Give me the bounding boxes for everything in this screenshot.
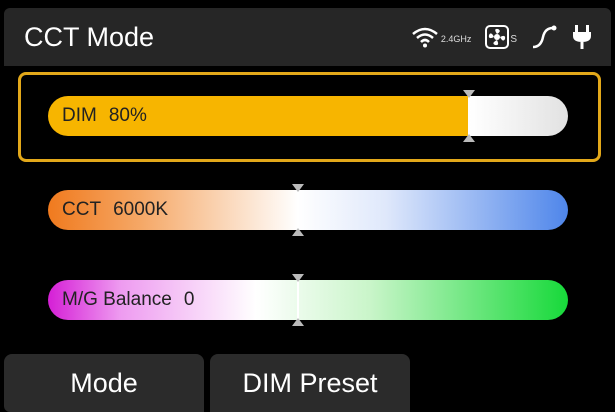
wifi-icon: 2.4GHz bbox=[411, 26, 472, 48]
mg-balance-value: 0 bbox=[183, 289, 195, 310]
tab-dim-preset[interactable]: DIM Preset bbox=[210, 354, 410, 412]
status-icons: 2.4GHz S bbox=[411, 20, 593, 54]
screen: CCT Mode 2.4GHz S DIM 80% CCT 6000K M/G … bbox=[4, 8, 611, 412]
page-title: CCT Mode bbox=[24, 22, 155, 52]
dim-label: DIM bbox=[62, 105, 97, 126]
mg-balance-label: M/G Balance bbox=[62, 289, 172, 310]
power-plug-icon bbox=[571, 24, 593, 50]
dim-slider[interactable]: DIM 80% bbox=[48, 90, 568, 142]
dim-slider-handle[interactable] bbox=[463, 90, 476, 142]
cct-label: CCT bbox=[62, 199, 102, 220]
cct-slider-handle[interactable] bbox=[291, 184, 304, 236]
dim-value: 80% bbox=[108, 105, 147, 126]
cct-slider[interactable]: CCT 6000K bbox=[48, 184, 568, 236]
fan-icon: S bbox=[485, 25, 517, 49]
bottom-tabs: Mode DIM Preset bbox=[4, 354, 611, 412]
cct-value: 6000K bbox=[113, 199, 169, 220]
wifi-band-label: 2.4GHz bbox=[440, 34, 472, 44]
tab-mode[interactable]: Mode bbox=[4, 354, 204, 412]
curve-icon bbox=[531, 25, 557, 49]
mg-balance-slider[interactable]: M/G Balance 0 bbox=[48, 274, 568, 326]
header-bar: CCT Mode 2.4GHz S bbox=[4, 8, 611, 66]
mg-balance-slider-handle[interactable] bbox=[291, 274, 304, 326]
fan-subscript: S bbox=[510, 34, 517, 45]
